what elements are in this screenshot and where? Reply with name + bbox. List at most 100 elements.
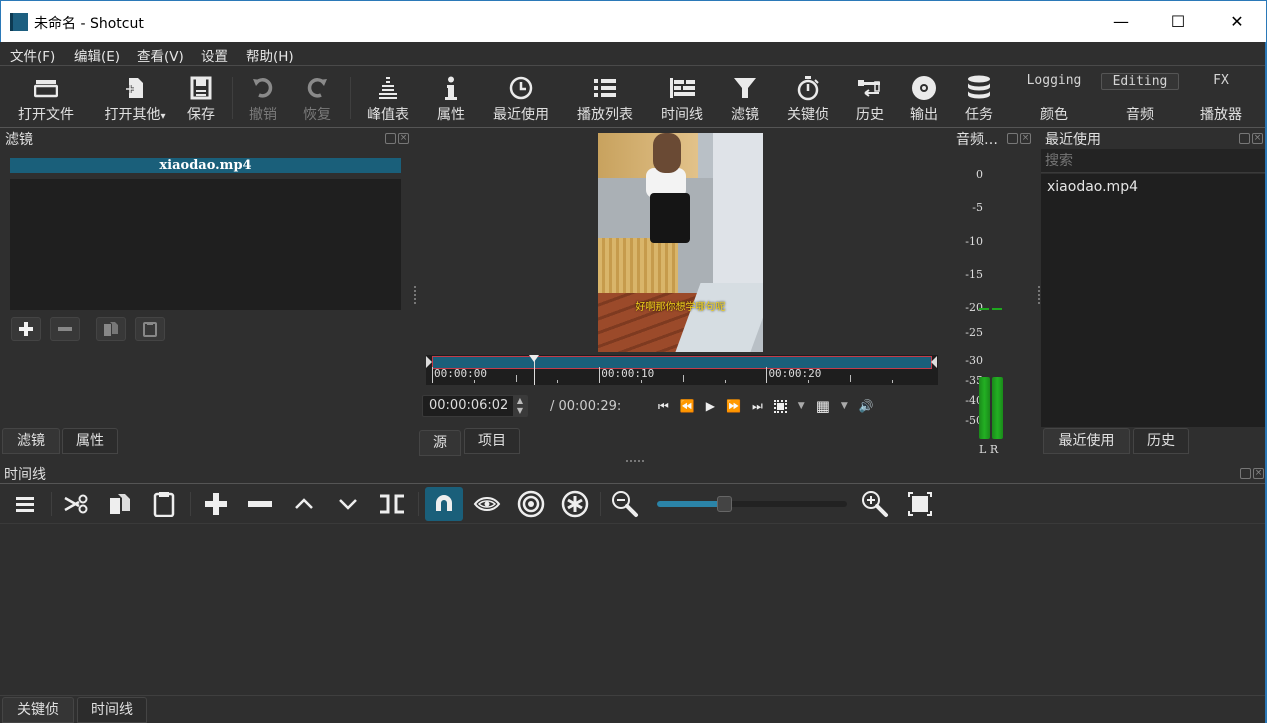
scrubber[interactable]: 00:00:00 00:00:10 00:00:20	[426, 355, 938, 385]
copy-filter-button[interactable]	[96, 317, 126, 341]
workspace-color[interactable]: 颜色	[1022, 104, 1086, 124]
rewind-icon[interactable]: ⏪	[680, 399, 695, 413]
tab-keyframes[interactable]: 关键侦	[2, 697, 74, 723]
timeline-button[interactable]: 时间线	[654, 67, 710, 127]
menu-settings[interactable]: 设置	[201, 45, 228, 65]
menu-edit[interactable]: 编辑(E)	[74, 45, 120, 65]
meter-peak-indicator	[979, 308, 989, 310]
float-icon[interactable]	[1240, 468, 1251, 479]
open-file-button[interactable]: 打开文件	[10, 67, 82, 127]
current-time-field[interactable]: 00:00:06:02 ▲ ▼	[422, 395, 528, 417]
redo-button[interactable]: 恢复	[296, 67, 338, 127]
lift-icon[interactable]	[289, 487, 319, 521]
paste-filter-button[interactable]	[135, 317, 165, 341]
playlist-button[interactable]: 播放列表	[570, 67, 640, 127]
overwrite-icon[interactable]	[333, 487, 363, 521]
save-button[interactable]: 保存	[180, 67, 222, 127]
zoom-slider[interactable]	[657, 496, 847, 512]
zoom-fit-icon[interactable]	[905, 487, 935, 521]
out-point-marker[interactable]	[931, 356, 937, 368]
divider	[0, 695, 1267, 696]
zoom-in-icon[interactable]	[860, 487, 890, 521]
float-icon[interactable]	[1239, 133, 1250, 144]
undo-button[interactable]: 撤销	[242, 67, 284, 127]
ripple-delete-icon[interactable]	[245, 487, 275, 521]
cut-icon[interactable]	[61, 487, 91, 521]
recent-search-input[interactable]	[1041, 149, 1266, 173]
timeline-menu-icon[interactable]	[10, 487, 40, 521]
grid-icon[interactable]: ▦	[816, 397, 830, 415]
toolbar-separator	[190, 492, 191, 516]
maximize-button[interactable]: ☐	[1158, 9, 1198, 35]
history-button[interactable]: 历史	[850, 67, 890, 127]
ruler-tick	[850, 375, 852, 382]
fast-forward-icon[interactable]: ⏩	[726, 399, 741, 413]
split-icon[interactable]	[377, 487, 407, 521]
open-other-button[interactable]: 打开其他▾	[96, 67, 174, 127]
close-icon[interactable]: ×	[1252, 133, 1263, 144]
peak-meter-icon	[375, 75, 401, 101]
float-icon[interactable]	[385, 133, 396, 144]
properties-button[interactable]: 属性	[430, 67, 472, 127]
list-item[interactable]: xiaodao.mp4	[1047, 179, 1138, 195]
zoom-out-icon[interactable]	[610, 487, 640, 521]
minimize-button[interactable]: —	[1101, 9, 1141, 35]
recent-button[interactable]: 最近使用	[486, 67, 556, 127]
tab-project[interactable]: 项目	[464, 428, 520, 454]
close-icon[interactable]: ×	[1020, 133, 1031, 144]
filter-clip-name: xiaodao.mp4	[10, 158, 401, 173]
skip-to-start-icon[interactable]: ⏮	[658, 399, 669, 414]
close-icon[interactable]: ×	[1253, 468, 1264, 479]
time-spinner[interactable]: ▲ ▼	[513, 396, 527, 416]
filter-icon	[732, 75, 758, 101]
playhead[interactable]	[528, 355, 539, 385]
peak-meter-button[interactable]: 峰值表	[360, 67, 416, 127]
workspace-player[interactable]: 播放器	[1191, 104, 1251, 124]
add-filter-button[interactable]	[11, 317, 41, 341]
filters-button[interactable]: 滤镜	[724, 67, 766, 127]
grid-dropdown-icon[interactable]: ▼	[841, 401, 848, 411]
clock-icon	[508, 75, 534, 101]
tab-properties[interactable]: 属性	[62, 428, 118, 454]
app-icon	[10, 13, 28, 31]
workspace-audio[interactable]: 音频	[1108, 104, 1172, 124]
splitter-handle[interactable]	[626, 460, 644, 462]
float-icon[interactable]	[1007, 133, 1018, 144]
zoom-slider-handle[interactable]	[716, 496, 732, 512]
toolbar-separator	[600, 492, 601, 516]
scrub-while-dragging-icon[interactable]	[472, 487, 502, 521]
menu-file[interactable]: 文件(F)	[10, 45, 55, 65]
snap-magnet-icon[interactable]	[425, 487, 463, 521]
export-button[interactable]: 输出	[904, 67, 944, 127]
channel-right-label: R	[989, 443, 999, 456]
paste-icon[interactable]	[149, 487, 179, 521]
video-preview[interactable]: 好啊那你想学哪句呢	[598, 133, 763, 352]
close-icon[interactable]: ×	[398, 133, 409, 144]
zoom-dropdown-icon[interactable]: ▼	[798, 401, 805, 411]
menu-view[interactable]: 查看(V)	[137, 45, 184, 65]
tab-source[interactable]: 源	[419, 430, 461, 456]
append-icon[interactable]	[201, 487, 231, 521]
remove-filter-button[interactable]	[50, 317, 80, 341]
ripple-all-tracks-icon[interactable]	[560, 487, 590, 521]
splitter-handle[interactable]	[1038, 286, 1040, 304]
tab-timeline[interactable]: 时间线	[77, 697, 147, 723]
ruler-tick	[808, 380, 810, 383]
filter-list[interactable]	[10, 179, 401, 310]
volume-icon[interactable]: 🔊	[859, 399, 874, 413]
keyframes-button[interactable]: 关键侦	[780, 67, 836, 127]
copy-icon[interactable]	[105, 487, 135, 521]
zoom-fit-icon[interactable]	[773, 399, 787, 413]
database-icon	[966, 75, 992, 101]
ripple-icon[interactable]	[516, 487, 546, 521]
splitter-handle[interactable]	[414, 286, 416, 304]
skip-to-end-icon[interactable]: ⏭	[752, 399, 763, 414]
menu-help[interactable]: 帮助(H)	[246, 45, 294, 65]
tab-recent[interactable]: 最近使用	[1043, 428, 1130, 454]
tab-filters[interactable]: 滤镜	[2, 428, 60, 454]
close-button[interactable]: ✕	[1217, 9, 1257, 35]
play-icon[interactable]: ▶	[706, 399, 715, 413]
jobs-button[interactable]: 任务	[958, 67, 1000, 127]
timeline-tracks-area[interactable]	[0, 524, 1267, 696]
tab-history[interactable]: 历史	[1133, 428, 1189, 454]
